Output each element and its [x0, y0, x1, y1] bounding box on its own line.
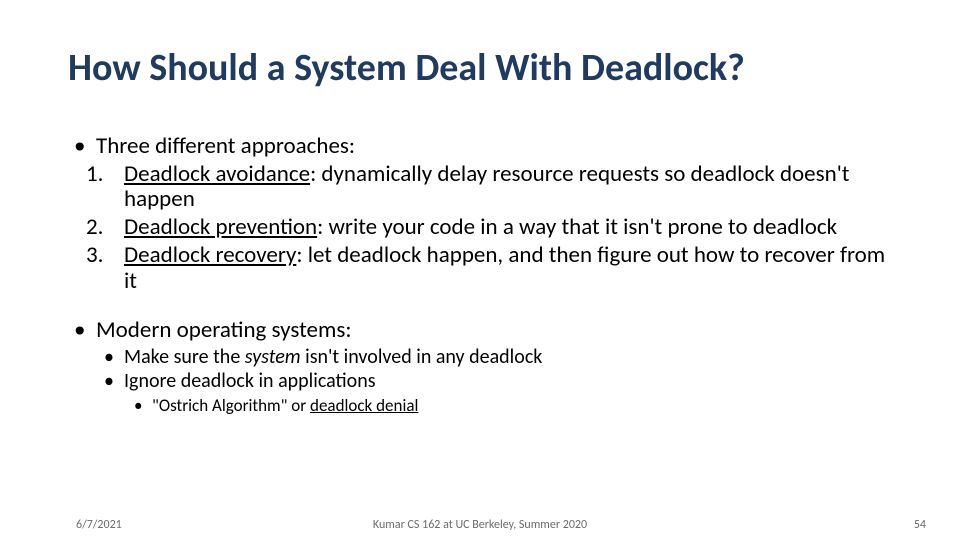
slide-title: How Should a System Deal With Deadlock? — [68, 48, 892, 90]
footer-center: Kumar CS 162 at UC Berkeley, Summer 2020 — [0, 518, 960, 532]
item-number: 2. — [86, 215, 103, 241]
approach-item-3: 3. Deadlock recovery: let deadlock happe… — [68, 243, 892, 295]
item-term: Deadlock avoidance — [124, 160, 310, 188]
modern-point-1: Make sure the system isn't involved in a… — [68, 346, 892, 370]
item-number: 1. — [86, 162, 103, 188]
item-term: Deadlock prevention — [124, 213, 317, 241]
text-pre: Make sure the — [124, 345, 245, 369]
text-underline: deadlock denial — [310, 395, 418, 416]
approach-item-1: 1. Deadlock avoidance: dynamically delay… — [68, 162, 892, 214]
ostrich-point: "Ostrich Algorithm" or deadlock denial — [68, 395, 892, 416]
intro-bullet: Three different approaches: — [68, 134, 892, 160]
text-pre: Ignore deadlock in applications — [124, 369, 376, 393]
approach-item-2: 2. Deadlock prevention: write your code … — [68, 215, 892, 241]
item-rest: : write your code in a way that it isn't… — [317, 213, 837, 241]
footer-page-number: 54 — [914, 518, 926, 532]
text-post: isn't involved in any deadlock — [301, 345, 543, 369]
text-em: system — [245, 345, 301, 369]
modern-heading: Modern operating systems: — [68, 318, 892, 344]
text-pre: "Ostrich Algorithm" or — [152, 395, 310, 416]
item-number: 3. — [86, 243, 103, 269]
slide: How Should a System Deal With Deadlock? … — [0, 0, 960, 540]
slide-body: Three different approaches: 1. Deadlock … — [68, 134, 892, 417]
modern-point-2: Ignore deadlock in applications — [68, 370, 892, 394]
item-term: Deadlock recovery — [124, 241, 296, 269]
